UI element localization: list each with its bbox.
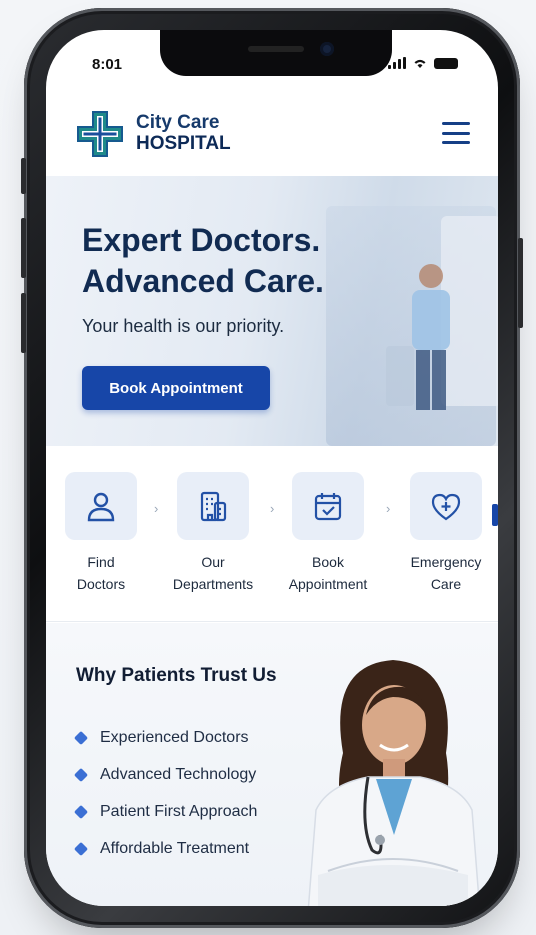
battery-icon (434, 58, 458, 69)
hero-subtitle: Your health is our priority. (82, 316, 285, 336)
brand-line-1: City Care (136, 112, 220, 134)
chevron-right-icon: › (386, 501, 391, 516)
hero-title-line-1: Expert Doctors. (82, 222, 321, 258)
service-our-departments[interactable]: Our Departments (158, 472, 268, 595)
user-icon (65, 472, 137, 540)
trust-title: Why Patients Trust Us (76, 665, 277, 686)
trust-list: Experienced Doctors Advanced Technology … (73, 719, 257, 867)
app-header: City Care HOSPITAL (46, 92, 498, 176)
brand-name: City Care HOSPITAL (136, 112, 231, 155)
diamond-bullet-icon (73, 841, 89, 856)
phone-screen: 8:01 City Care HOSPITAL Expert Doctors. … (46, 30, 498, 906)
list-item: Advanced Technology (73, 756, 257, 793)
service-book-appointment[interactable]: Book Appointment (273, 472, 383, 595)
hero-title: Expert Doctors. Advanced Care. (82, 220, 324, 302)
status-time: 8:01 (92, 56, 123, 73)
doctor-photo (307, 660, 481, 906)
service-find-doctors[interactable]: Find Doctors (46, 472, 156, 595)
service-label: Find Doctors (76, 554, 126, 592)
speaker (248, 46, 304, 52)
power-button (518, 238, 523, 328)
side-button (21, 158, 26, 194)
service-emergency-care[interactable]: Emergency Care (391, 472, 498, 595)
services-row: Find Doctors › Our Departments › Book Ap… (46, 446, 498, 622)
notch (160, 30, 392, 76)
building-icon (177, 472, 249, 540)
doctor-figure-illustration (386, 264, 450, 410)
menu-icon[interactable] (440, 118, 472, 148)
diamond-bullet-icon (73, 730, 89, 745)
camera (320, 42, 334, 56)
service-label: Book Appointment (288, 554, 368, 592)
wifi-icon (414, 59, 426, 68)
service-label: Emergency Care (410, 554, 482, 592)
volume-up-button (21, 218, 26, 278)
heart-icon (410, 472, 482, 540)
list-item: Patient First Approach (73, 793, 257, 830)
calendar-icon (292, 472, 364, 540)
hero-banner: Expert Doctors. Advanced Care. Your heal… (46, 176, 498, 446)
book-appointment-button[interactable]: Book Appointment (82, 366, 270, 410)
list-item: Experienced Doctors (73, 719, 257, 756)
volume-down-button (21, 293, 26, 353)
hospital-cross-logo[interactable] (76, 110, 124, 158)
status-icons (388, 57, 458, 69)
diamond-bullet-icon (73, 767, 89, 782)
service-label: Our Departments (172, 554, 254, 592)
signal-icon (388, 57, 406, 69)
next-service-peek[interactable] (492, 504, 498, 526)
diamond-bullet-icon (73, 804, 89, 819)
trust-section: Why Patients Trust Us Experienced Doctor… (46, 623, 498, 906)
list-item: Affordable Treatment (73, 830, 257, 867)
hero-title-line-2: Advanced Care. (82, 262, 324, 299)
brand-line-2: HOSPITAL (136, 133, 231, 154)
